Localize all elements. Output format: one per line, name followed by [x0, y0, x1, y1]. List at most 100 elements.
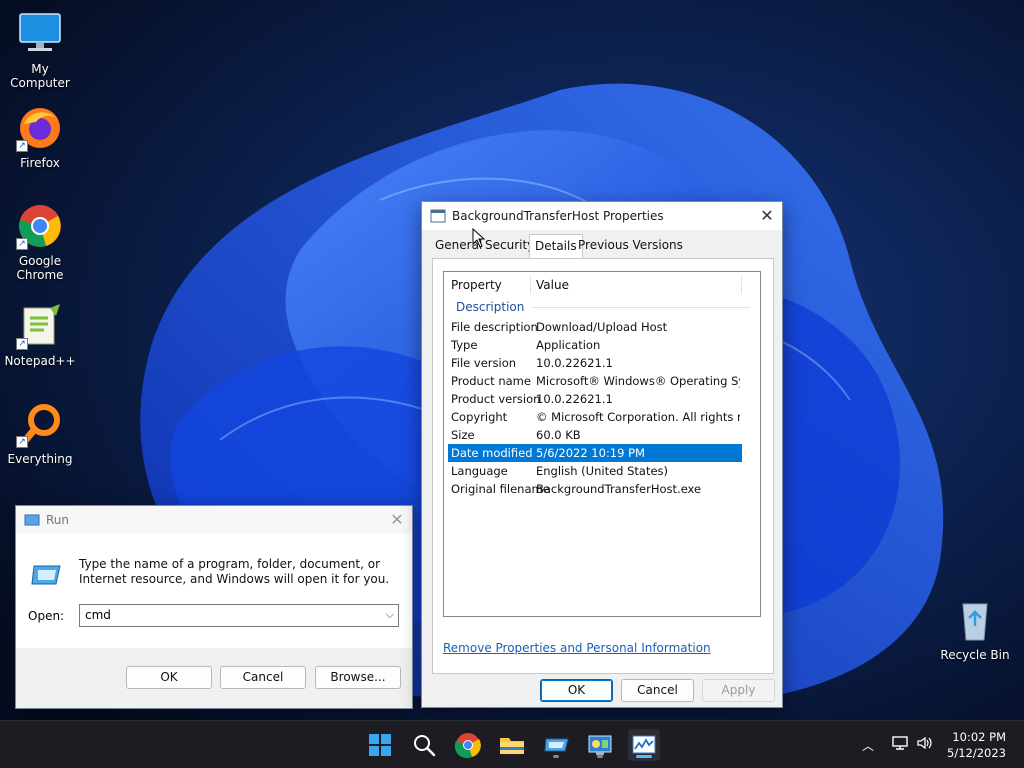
property-value: 5/6/2022 10:19 PM [536, 446, 645, 460]
properties-title: BackgroundTransferHost Properties [452, 209, 664, 223]
computer-icon [16, 10, 64, 58]
property-value: English (United States) [536, 464, 669, 478]
everything-search-icon: ↗ [16, 400, 64, 448]
chrome-icon [454, 733, 481, 759]
column-separator [530, 276, 531, 294]
properties-ok-button[interactable]: OK [540, 679, 613, 702]
remove-properties-link[interactable]: Remove Properties and Personal Informati… [443, 641, 711, 655]
list-header: Property Value [444, 272, 760, 296]
list-item[interactable]: Type Application [448, 336, 742, 354]
volume-icon[interactable] [916, 735, 934, 755]
run-browse-button[interactable]: Browse... [315, 666, 401, 689]
list-item[interactable]: Product name Microsoft® Windows® Operatin… [448, 372, 742, 390]
desktop-icon-label: Firefox [20, 156, 60, 170]
active-indicator [636, 755, 652, 758]
shortcut-arrow-icon: ↗ [16, 140, 28, 152]
property-name: Copyright [451, 410, 508, 424]
column-header-value[interactable]: Value [536, 278, 569, 292]
property-value: Microsoft® Windows® Operating System [536, 374, 740, 388]
properties-cancel-button[interactable]: Cancel [621, 679, 694, 702]
shortcut-arrow-icon: ↗ [16, 338, 28, 350]
taskbar-monitor-app[interactable] [628, 729, 660, 761]
open-input[interactable]: cmd [85, 608, 111, 622]
recycle-bin-icon [951, 596, 999, 644]
property-name: Type [451, 338, 478, 352]
run-ok-button[interactable]: OK [126, 666, 212, 689]
taskbar-file-explorer[interactable] [496, 729, 528, 761]
desktop-icon-firefox[interactable]: ↗ Firefox [0, 104, 80, 170]
taskbar-search-button[interactable] [408, 729, 440, 761]
desktop-icon-notepad-plus-plus[interactable]: ↗ Notepad++ [0, 302, 80, 368]
notepad-plus-plus-icon: ↗ [16, 302, 64, 350]
list-item[interactable]: Language English (United States) [448, 462, 742, 480]
open-label: Open: [28, 609, 65, 623]
list-item[interactable]: File version 10.0.22621.1 [448, 354, 742, 372]
desktop-icon-google-chrome[interactable]: ↗ Google Chrome [0, 202, 80, 282]
property-value: BackgroundTransferHost.exe [536, 482, 702, 496]
property-name: Original filename [451, 482, 550, 496]
property-name: Product name [451, 374, 531, 388]
properties-apply-button[interactable]: Apply [702, 679, 775, 702]
start-button[interactable] [364, 729, 396, 761]
mouse-cursor-icon [472, 228, 486, 248]
chrome-icon: ↗ [16, 202, 64, 250]
exe-file-icon [430, 209, 446, 226]
property-name: Size [451, 428, 475, 442]
list-item[interactable]: File description Download/Upload Host [448, 318, 742, 336]
desktop-icon-my-computer[interactable]: My Computer [0, 10, 80, 90]
desktop-icon-label: Recycle Bin [940, 648, 1010, 662]
clock-time: 10:02 PM [952, 730, 1006, 744]
list-item[interactable]: Copyright © Microsoft Corporation. All ri… [448, 408, 742, 426]
properties-close-button[interactable]: ✕ [752, 202, 782, 230]
desktop-icon-everything[interactable]: ↗ Everything [0, 400, 80, 466]
desktop-icon-recycle-bin[interactable]: Recycle Bin [935, 596, 1015, 662]
column-separator [741, 276, 742, 294]
system-clock[interactable]: 10:02 PM 5/12/2023 [947, 729, 1006, 761]
run-close-button[interactable]: ✕ [382, 506, 412, 534]
open-combobox[interactable]: cmd ⌵ [79, 604, 399, 627]
network-icon[interactable] [891, 735, 909, 755]
list-item[interactable]: Original filename BackgroundTransferHost.… [448, 480, 742, 498]
taskbar-control-panel[interactable] [584, 729, 616, 761]
property-value: 10.0.22621.1 [536, 392, 613, 406]
running-indicator [597, 755, 603, 758]
tab-previous-versions[interactable]: Previous Versions [578, 238, 683, 258]
property-value: Download/Upload Host [536, 320, 668, 334]
tab-security[interactable]: Security [485, 238, 534, 258]
chevron-up-icon[interactable]: ︿ [862, 737, 874, 754]
details-list[interactable]: Property Value Description File descript… [443, 271, 761, 617]
tab-details[interactable]: Details [529, 234, 583, 258]
start-icon [369, 734, 391, 756]
property-name: File version [451, 356, 517, 370]
run-titlebar[interactable]: Run ✕ [16, 506, 412, 534]
list-item-selected[interactable]: Date modified 5/6/2022 10:19 PM [448, 444, 742, 462]
column-header-property[interactable]: Property [451, 278, 502, 292]
run-title-icon [24, 514, 40, 529]
taskbar-run[interactable] [540, 729, 572, 761]
group-divider [532, 307, 750, 308]
details-panel: Property Value Description File descript… [432, 258, 774, 674]
running-indicator [553, 755, 559, 758]
desktop-icon-label: My Computer [10, 62, 70, 90]
list-item[interactable]: Size 60.0 KB [448, 426, 742, 444]
taskbar: ︿ 10:02 PM 5/12/2023 [0, 720, 1024, 768]
run-description: Type the name of a program, folder, docu… [79, 557, 390, 586]
group-header-description: Description [456, 300, 525, 314]
properties-dialog: BackgroundTransferHost Properties ✕ Gene… [421, 201, 783, 708]
shortcut-arrow-icon: ↗ [16, 436, 28, 448]
property-name: Product version [451, 392, 541, 406]
run-footer: OK Cancel Browse... [16, 648, 412, 708]
file-explorer-icon [500, 738, 524, 754]
shortcut-arrow-icon: ↗ [16, 238, 28, 250]
run-body: Type the name of a program, folder, docu… [16, 534, 412, 648]
taskbar-chrome[interactable] [452, 729, 484, 761]
desktop-icon-label: Notepad++ [4, 354, 76, 368]
property-name: File description [451, 320, 538, 334]
run-cancel-button[interactable]: Cancel [220, 666, 306, 689]
search-icon [414, 735, 436, 757]
properties-titlebar[interactable]: BackgroundTransferHost Properties ✕ [422, 202, 782, 230]
property-value: © Microsoft Corporation. All rights rese… [536, 410, 740, 424]
property-value: Application [536, 338, 601, 352]
chevron-down-icon[interactable]: ⌵ [386, 608, 394, 622]
list-item[interactable]: Product version 10.0.22621.1 [448, 390, 742, 408]
